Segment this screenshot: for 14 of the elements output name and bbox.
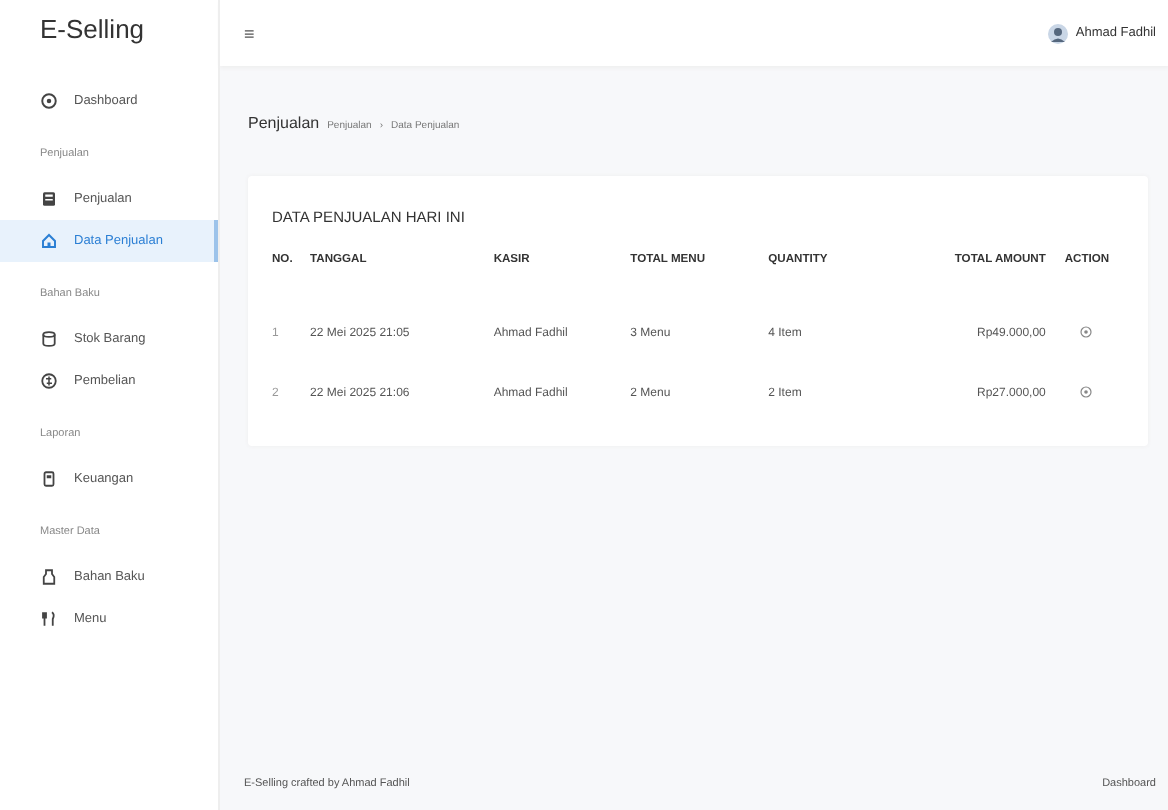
view-icon[interactable] [1080,326,1093,338]
view-icon[interactable] [1080,386,1093,398]
phone-icon [40,470,58,488]
cutlery-icon [40,610,58,628]
coin-icon [40,372,58,390]
bottle-icon [40,568,58,586]
home-icon [40,232,58,250]
page-title: Penjualan [248,114,320,132]
brand-logo-text: E-Selling [38,12,147,48]
register-icon [40,190,58,208]
menu-button[interactable]: ≡ [244,23,255,43]
circle-icon [40,92,58,110]
avatar-icon [1047,23,1068,43]
database-icon [40,330,58,348]
